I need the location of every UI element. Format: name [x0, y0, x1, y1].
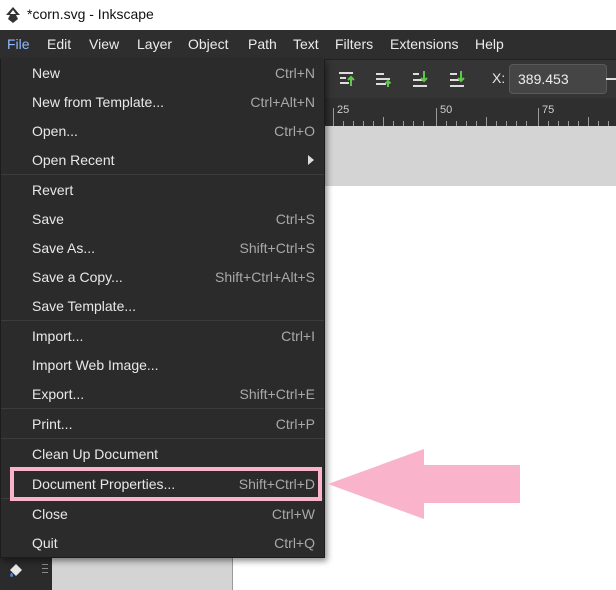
title-bar: *corn.svg - Inkscape	[0, 0, 616, 30]
ruler-tick	[538, 108, 539, 126]
menu-item-label: New from Template...	[32, 94, 165, 110]
ruler-label: 75	[542, 104, 555, 116]
highlight-box	[10, 467, 322, 501]
menu-path[interactable]: Path	[248, 36, 277, 52]
chevron-right-icon	[308, 155, 314, 165]
pink-arrow-icon	[328, 449, 520, 519]
menu-item-shortcut: Shift+Ctrl+E	[239, 386, 315, 402]
menu-separator	[1, 320, 324, 321]
align-middle-icon[interactable]	[374, 69, 392, 89]
menu-item-clean-up-document[interactable]: Clean Up Document	[1, 440, 324, 468]
menu-item-label: Import Web Image...	[32, 357, 159, 373]
menu-item-shortcut: Ctrl+W	[271, 506, 315, 522]
menu-item-import-web-image[interactable]: Import Web Image...	[1, 351, 324, 379]
menu-item-label: Save As...	[32, 240, 96, 256]
align-bottom-icon[interactable]	[411, 69, 429, 89]
menu-item-shortcut: Ctrl+I	[281, 328, 315, 344]
menu-item-open[interactable]: Open... Ctrl+O	[1, 117, 324, 145]
menu-bar: File Edit View Layer Object Path Text Fi…	[0, 30, 616, 60]
menu-item-label: Open...	[32, 123, 78, 139]
ruler-label: 50	[440, 104, 453, 116]
menu-layer[interactable]: Layer	[137, 36, 172, 52]
menu-file[interactable]: File	[7, 36, 30, 52]
menu-item-print[interactable]: Print... Ctrl+P	[1, 410, 324, 438]
menu-help[interactable]: Help	[475, 36, 504, 52]
menu-item-label: New	[32, 65, 61, 81]
menu-item-save[interactable]: Save Ctrl+S	[1, 205, 324, 233]
paint-bucket-icon[interactable]	[7, 561, 25, 579]
menu-item-save-as[interactable]: Save As... Shift+Ctrl+S	[1, 234, 324, 262]
menu-item-new-from-template[interactable]: New from Template... Ctrl+Alt+N	[1, 88, 324, 116]
align-top-icon[interactable]	[337, 69, 355, 89]
menu-separator	[1, 408, 324, 409]
ruler-tick	[383, 117, 384, 126]
menu-item-revert[interactable]: Revert	[1, 176, 324, 204]
menu-separator	[1, 174, 324, 175]
menu-item-shortcut: Ctrl+Alt+N	[250, 94, 315, 110]
menu-item-label: Save	[32, 211, 64, 227]
menu-item-label: Revert	[32, 182, 74, 198]
menu-item-label: Save Template...	[32, 298, 137, 314]
drag-handle-icon[interactable]	[40, 562, 50, 576]
window-title: *corn.svg - Inkscape	[27, 6, 154, 22]
menu-item-shortcut: Ctrl+Q	[274, 535, 315, 551]
menu-item-shortcut: Shift+Ctrl+Alt+S	[215, 269, 315, 285]
ruler-tick	[486, 117, 487, 126]
menu-separator	[1, 438, 324, 439]
canvas-area[interactable]	[52, 558, 232, 590]
ruler-label: 25	[337, 104, 350, 116]
decrement-icon[interactable]	[606, 78, 616, 80]
align-baseline-icon[interactable]	[448, 69, 466, 89]
ruler-tick	[436, 108, 437, 126]
menu-item-shortcut: Shift+Ctrl+S	[239, 240, 315, 256]
menu-filters[interactable]: Filters	[335, 36, 373, 52]
menu-item-shortcut: Ctrl+O	[274, 123, 315, 139]
menu-edit[interactable]: Edit	[47, 36, 71, 52]
menu-item-shortcut: Ctrl+S	[275, 211, 315, 227]
inkscape-logo-icon	[6, 7, 20, 23]
menu-item-label: Print...	[32, 416, 73, 432]
menu-item-label: Quit	[32, 535, 58, 551]
menu-item-export[interactable]: Export... Shift+Ctrl+E	[1, 380, 324, 408]
ruler-tick	[588, 117, 589, 126]
menu-item-label: Clean Up Document	[32, 446, 159, 462]
menu-item-new[interactable]: New Ctrl+N	[1, 59, 324, 87]
menu-extensions[interactable]: Extensions	[390, 36, 458, 52]
menu-item-save-template[interactable]: Save Template...	[1, 292, 324, 320]
menu-item-label: Save a Copy...	[32, 269, 123, 285]
menu-item-open-recent[interactable]: Open Recent	[1, 146, 324, 174]
menu-item-label: Close	[32, 506, 68, 522]
menu-item-label: Open Recent	[32, 152, 115, 168]
menu-item-shortcut: Ctrl+N	[274, 65, 315, 81]
toolbox	[0, 558, 52, 590]
menu-item-label: Export...	[32, 386, 85, 402]
menu-object[interactable]: Object	[188, 36, 228, 52]
ruler-tick	[333, 108, 334, 126]
menu-text[interactable]: Text	[293, 36, 319, 52]
x-coordinate-input[interactable]	[509, 64, 607, 94]
menu-item-shortcut: Ctrl+P	[275, 416, 315, 432]
menu-item-save-a-copy[interactable]: Save a Copy... Shift+Ctrl+Alt+S	[1, 263, 324, 291]
menu-item-close[interactable]: Close Ctrl+W	[1, 500, 324, 528]
menu-view[interactable]: View	[89, 36, 119, 52]
menu-item-label: Import...	[32, 328, 84, 344]
menu-item-quit[interactable]: Quit Ctrl+Q	[1, 529, 324, 557]
menu-item-import[interactable]: Import... Ctrl+I	[1, 322, 324, 350]
x-coordinate-label: X:	[492, 70, 506, 86]
